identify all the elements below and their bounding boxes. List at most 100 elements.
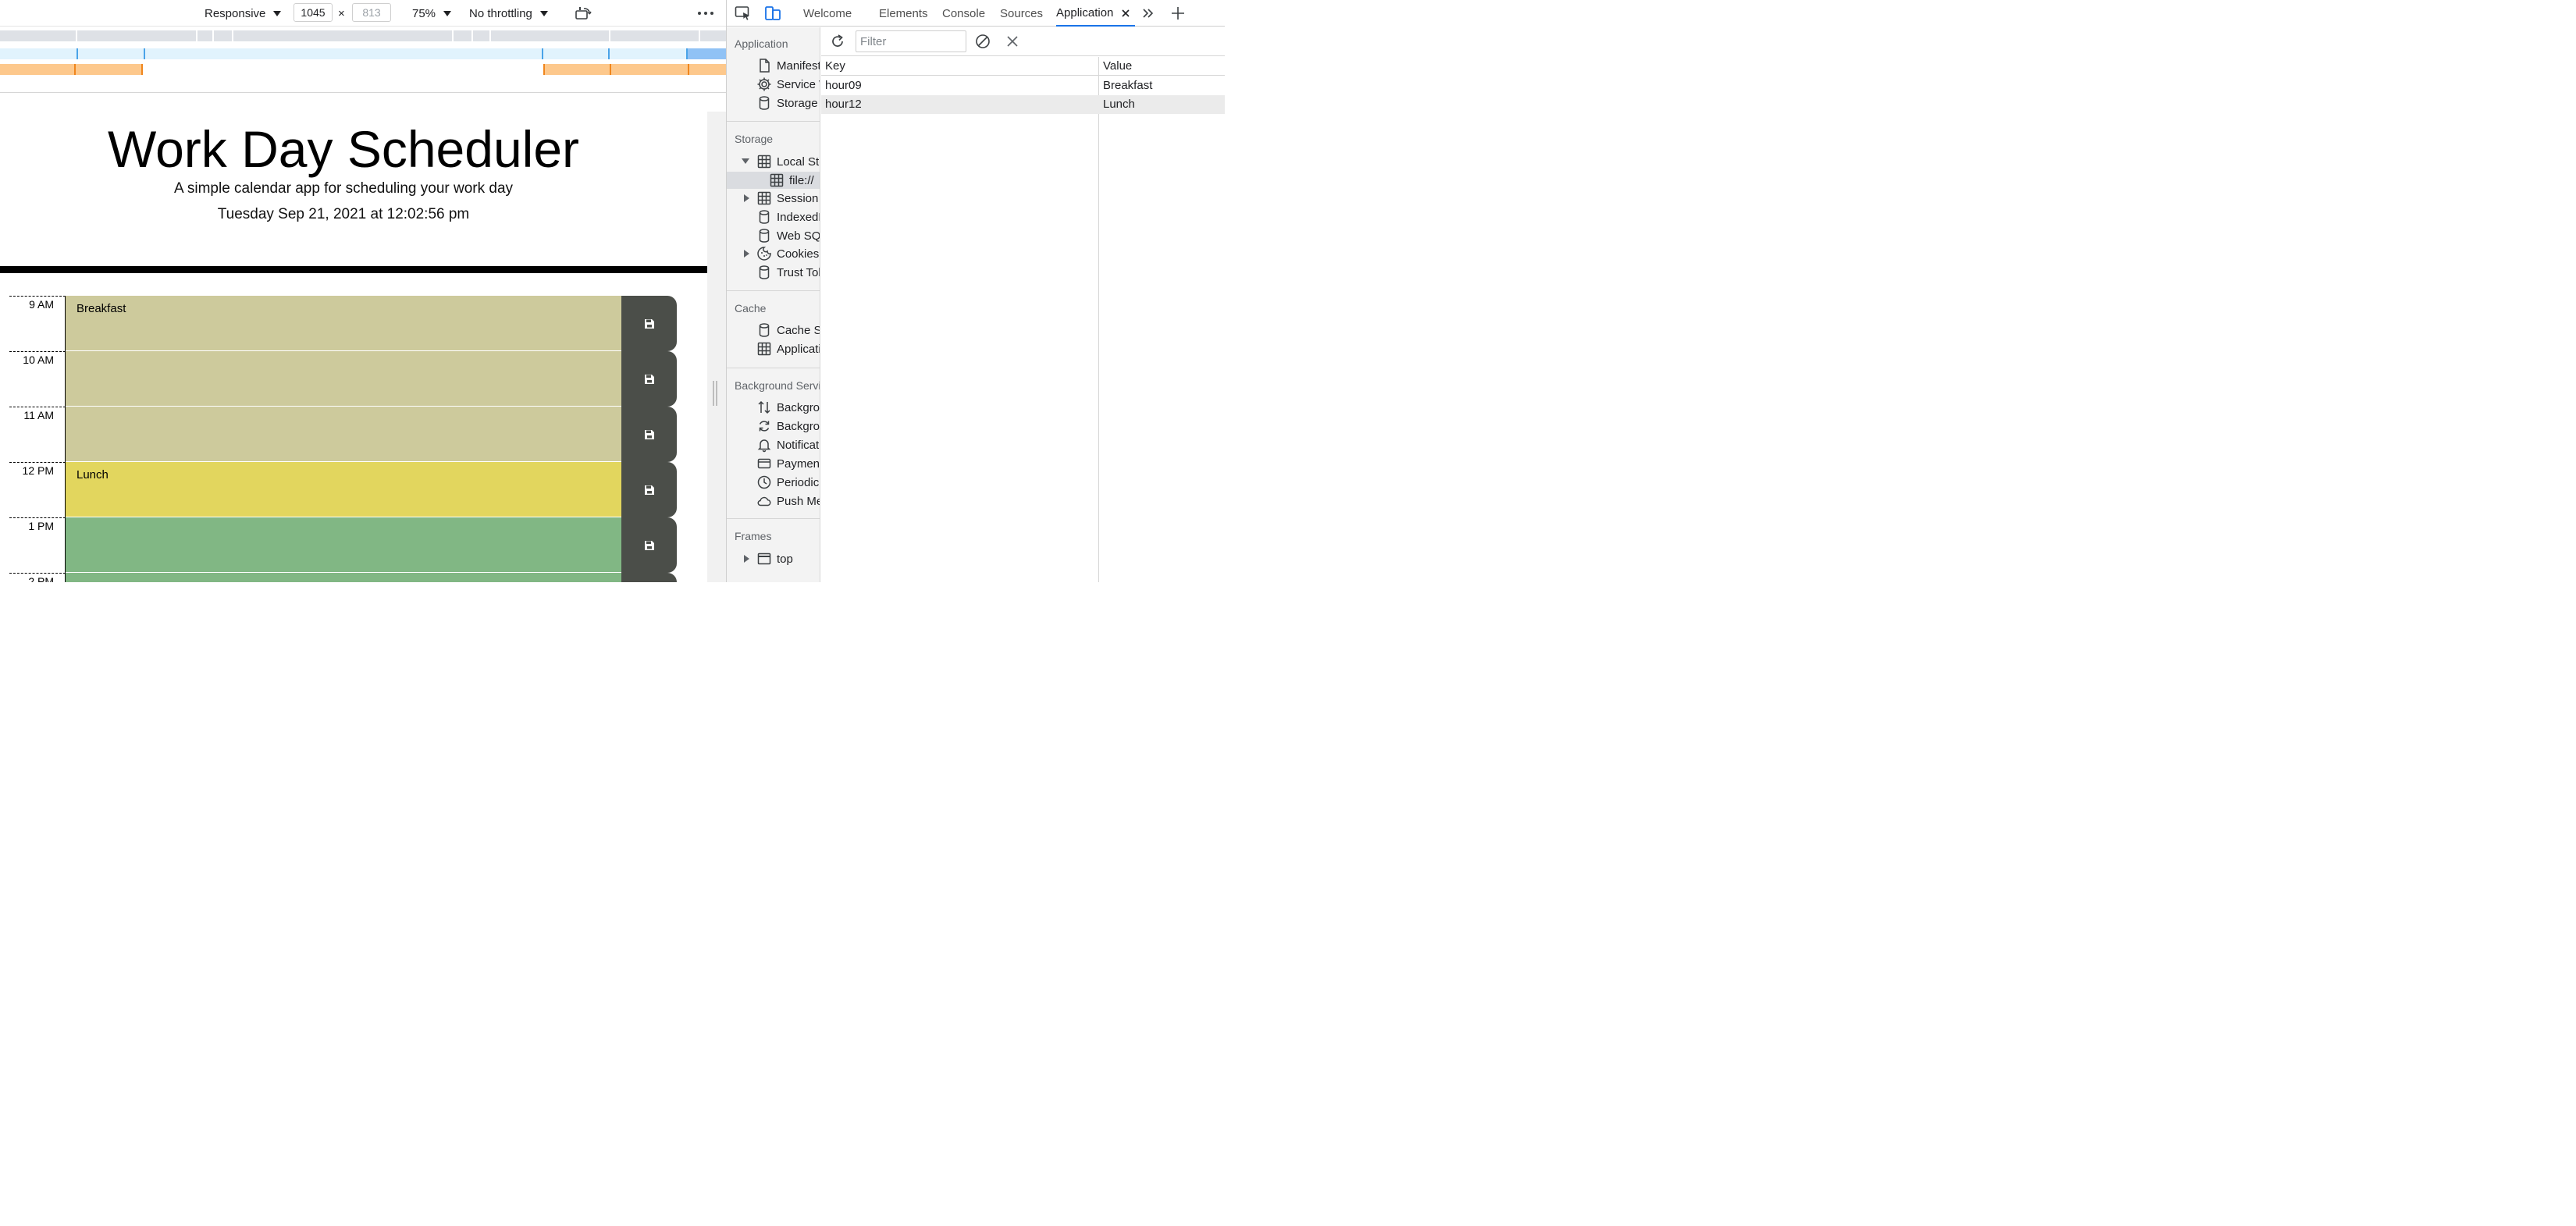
more-options-button[interactable] — [697, 0, 714, 27]
sidebar-item-trust-tokens[interactable]: Trust Tokens — [756, 264, 820, 281]
device-toggle-button[interactable] — [764, 0, 781, 27]
sidebar-item-label: IndexedDB — [777, 210, 820, 224]
hour-label: 10 AM — [9, 351, 66, 407]
sidebar-item-session-storage[interactable]: Session Storage — [756, 190, 820, 207]
sidebar-item-notifications[interactable]: Notifications — [756, 436, 820, 453]
clear-all-icon[interactable] — [975, 34, 991, 49]
description-textarea[interactable]: Lunch — [66, 462, 621, 517]
column-header-value[interactable]: Value — [1103, 59, 1132, 73]
rotate-button[interactable] — [575, 0, 592, 27]
media-query-row-minmax[interactable] — [0, 48, 726, 59]
inspect-icon — [735, 6, 749, 20]
save-icon — [644, 540, 654, 550]
plus-icon — [1172, 7, 1184, 20]
sidebar-item-push-messaging[interactable]: Push Messaging — [756, 492, 820, 510]
description-textarea[interactable] — [66, 407, 621, 462]
description-textarea[interactable] — [66, 517, 621, 573]
database-icon — [759, 265, 770, 279]
table-grid-icon — [757, 342, 771, 356]
collapse-triangle-icon[interactable] — [742, 158, 749, 164]
breakpoint — [489, 30, 491, 41]
current-day: Tuesday Sep 21, 2021 at 12:02:56 pm — [217, 206, 470, 222]
breakpoint — [76, 48, 78, 59]
section-header-background-services: Background Services — [735, 379, 820, 392]
save-button[interactable] — [621, 517, 677, 573]
sidebar-item-service-workers[interactable]: Service Workers — [756, 76, 820, 93]
sidebar-item-indexeddb[interactable]: IndexedDB — [756, 208, 820, 226]
sidebar-item-web-sql[interactable]: Web SQL — [756, 227, 820, 244]
sidebar-item-frame-top[interactable]: top — [756, 550, 820, 567]
add-tab-button[interactable] — [1170, 0, 1186, 27]
hour-label: 11 AM — [9, 407, 66, 462]
refresh-icon[interactable] — [829, 33, 846, 50]
tab-welcome[interactable]: Welcome — [803, 0, 852, 27]
tab-sources[interactable]: Sources — [1000, 0, 1043, 27]
device-toolbar: Responsive 1045 × 813 75% No throttling — [0, 0, 726, 27]
sidebar-item-cookies[interactable]: Cookies — [756, 245, 820, 262]
tab-application[interactable]: Application — [1056, 0, 1136, 27]
media-query-row-min[interactable] — [0, 64, 726, 75]
sidebar-item-periodic-background-sync[interactable]: Periodic Background Sync — [756, 474, 820, 491]
zoom-dropdown[interactable]: 75% — [412, 0, 452, 27]
more-tabs-button[interactable] — [1142, 0, 1155, 27]
breakpoint — [74, 64, 76, 75]
sidebar-item-payment-handler[interactable]: Payment Handler — [756, 455, 820, 472]
table-row[interactable]: hour12 Lunch — [821, 95, 1225, 114]
section-divider — [727, 290, 820, 291]
tab-console[interactable]: Console — [942, 0, 985, 27]
sidebar-item-cache-storage[interactable]: Cache Storage — [756, 322, 820, 339]
document-icon — [760, 59, 770, 73]
storage-toolbar — [821, 27, 1225, 56]
height-input[interactable]: 813 — [352, 3, 391, 22]
section-header-application: Application — [735, 37, 788, 50]
description-textarea[interactable]: Breakfast — [66, 296, 621, 351]
expand-triangle-icon[interactable] — [744, 250, 749, 258]
throttling-dropdown[interactable]: No throttling — [469, 0, 548, 27]
breakpoint — [609, 30, 610, 41]
width-input[interactable]: 1045 — [294, 3, 333, 22]
sidebar-item-manifest[interactable]: Manifest — [756, 57, 820, 74]
save-button[interactable] — [621, 351, 677, 407]
time-block-11am: 11 AM — [9, 407, 678, 462]
save-button[interactable] — [621, 296, 677, 351]
row-key: hour12 — [825, 98, 862, 111]
expand-triangle-icon[interactable] — [744, 555, 749, 563]
sidebar-item-background-fetch[interactable]: Background Fetch — [756, 399, 820, 416]
table-grid-icon — [757, 155, 771, 169]
save-icon — [644, 485, 654, 495]
tab-elements[interactable]: Elements — [879, 0, 928, 27]
save-icon — [644, 318, 654, 329]
delete-selected-icon[interactable] — [1006, 35, 1019, 48]
column-divider[interactable] — [1098, 57, 1099, 582]
sidebar-item-label: Service Workers — [777, 77, 820, 91]
tab-elements-label: Elements — [879, 6, 928, 20]
dimensions-dropdown[interactable]: Responsive — [205, 0, 282, 27]
sidebar-item-local-storage-file[interactable]: file:// — [769, 172, 820, 189]
inspect-element-button[interactable] — [735, 0, 752, 27]
tab-sources-label: Sources — [1000, 6, 1044, 20]
sidebar-item-local-storage[interactable]: Local Storage — [756, 153, 820, 170]
save-button[interactable] — [621, 462, 677, 517]
section-header-frames: Frames — [735, 530, 772, 542]
time-block-2pm: 2 PM — [9, 573, 678, 582]
media-query-row-max[interactable] — [0, 30, 726, 41]
times-text: × — [338, 6, 345, 20]
resize-handle[interactable] — [713, 381, 717, 406]
description-textarea[interactable] — [66, 351, 621, 407]
dimensions-label: Responsive — [205, 6, 266, 20]
expand-triangle-icon[interactable] — [744, 194, 749, 202]
close-tab-icon[interactable] — [1121, 9, 1130, 18]
save-button[interactable] — [621, 573, 677, 582]
description-textarea[interactable] — [66, 573, 621, 582]
filter-input[interactable] — [856, 30, 966, 52]
sidebar-item-storage[interactable]: Storage — [756, 94, 820, 112]
page-title: Work Day Scheduler — [107, 120, 580, 178]
sidebar-item-application-cache[interactable]: Application Cache — [756, 340, 820, 357]
save-button[interactable] — [621, 407, 677, 462]
time-block-1pm: 1 PM — [9, 517, 678, 573]
times-sign: × — [338, 0, 345, 27]
column-header-key[interactable]: Key — [825, 59, 845, 73]
min-width-range — [0, 64, 143, 75]
table-row[interactable]: hour09 Breakfast — [821, 76, 1225, 95]
sidebar-item-background-sync[interactable]: Background Sync — [756, 418, 820, 435]
